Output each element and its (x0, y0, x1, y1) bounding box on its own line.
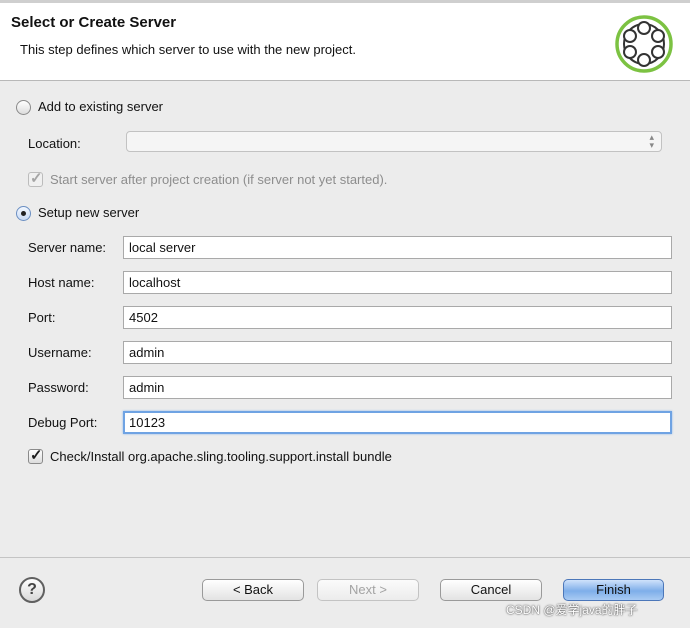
debug-port-input[interactable] (123, 411, 672, 434)
host-name-input[interactable] (123, 271, 672, 294)
start-server-label: Start server after project creation (if … (50, 172, 388, 187)
username-input[interactable] (123, 341, 672, 364)
port-input[interactable] (123, 306, 672, 329)
cancel-button[interactable]: Cancel (440, 579, 542, 601)
updown-arrows-icon: ▴ ▾ (649, 132, 654, 150)
footer-divider (0, 557, 690, 558)
setup-new-server-radio[interactable] (16, 206, 31, 221)
add-existing-server-label: Add to existing server (38, 99, 164, 114)
install-bundle-checkbox[interactable]: ✓ (28, 447, 43, 464)
location-label: Location: (28, 136, 81, 151)
next-button[interactable]: Next > (317, 579, 419, 601)
install-bundle-label: Check/Install org.apache.sling.tooling.s… (50, 449, 392, 464)
help-icon[interactable]: ? (19, 577, 45, 603)
checkmark-icon: ✓ (30, 447, 43, 464)
server-name-label: Server name: (28, 240, 107, 255)
username-label: Username: (28, 345, 92, 360)
add-existing-server-radio[interactable] (16, 100, 31, 115)
port-label: Port: (28, 310, 56, 325)
host-name-label: Host name: (28, 275, 95, 290)
checkmark-icon: ✓ (30, 170, 43, 187)
server-name-input[interactable] (123, 236, 672, 259)
location-select[interactable]: ▴ ▾ (126, 131, 662, 152)
password-input[interactable] (123, 376, 672, 399)
password-label: Password: (28, 380, 89, 395)
start-server-checkbox[interactable]: ✓ (28, 170, 43, 187)
page-title: Select or Create Server (11, 14, 177, 31)
server-wizard-logo-icon (615, 15, 673, 73)
page-description: This step defines which server to use wi… (20, 42, 356, 57)
wizard-header: Select or Create Server This step define… (0, 3, 690, 81)
back-button[interactable]: < Back (202, 579, 304, 601)
finish-button[interactable]: Finish (563, 579, 664, 601)
debug-port-label: Debug Port: (28, 415, 98, 430)
setup-new-server-label: Setup new server (38, 205, 140, 220)
watermark-text: CSDN @爱学java的胖子 (506, 603, 638, 617)
